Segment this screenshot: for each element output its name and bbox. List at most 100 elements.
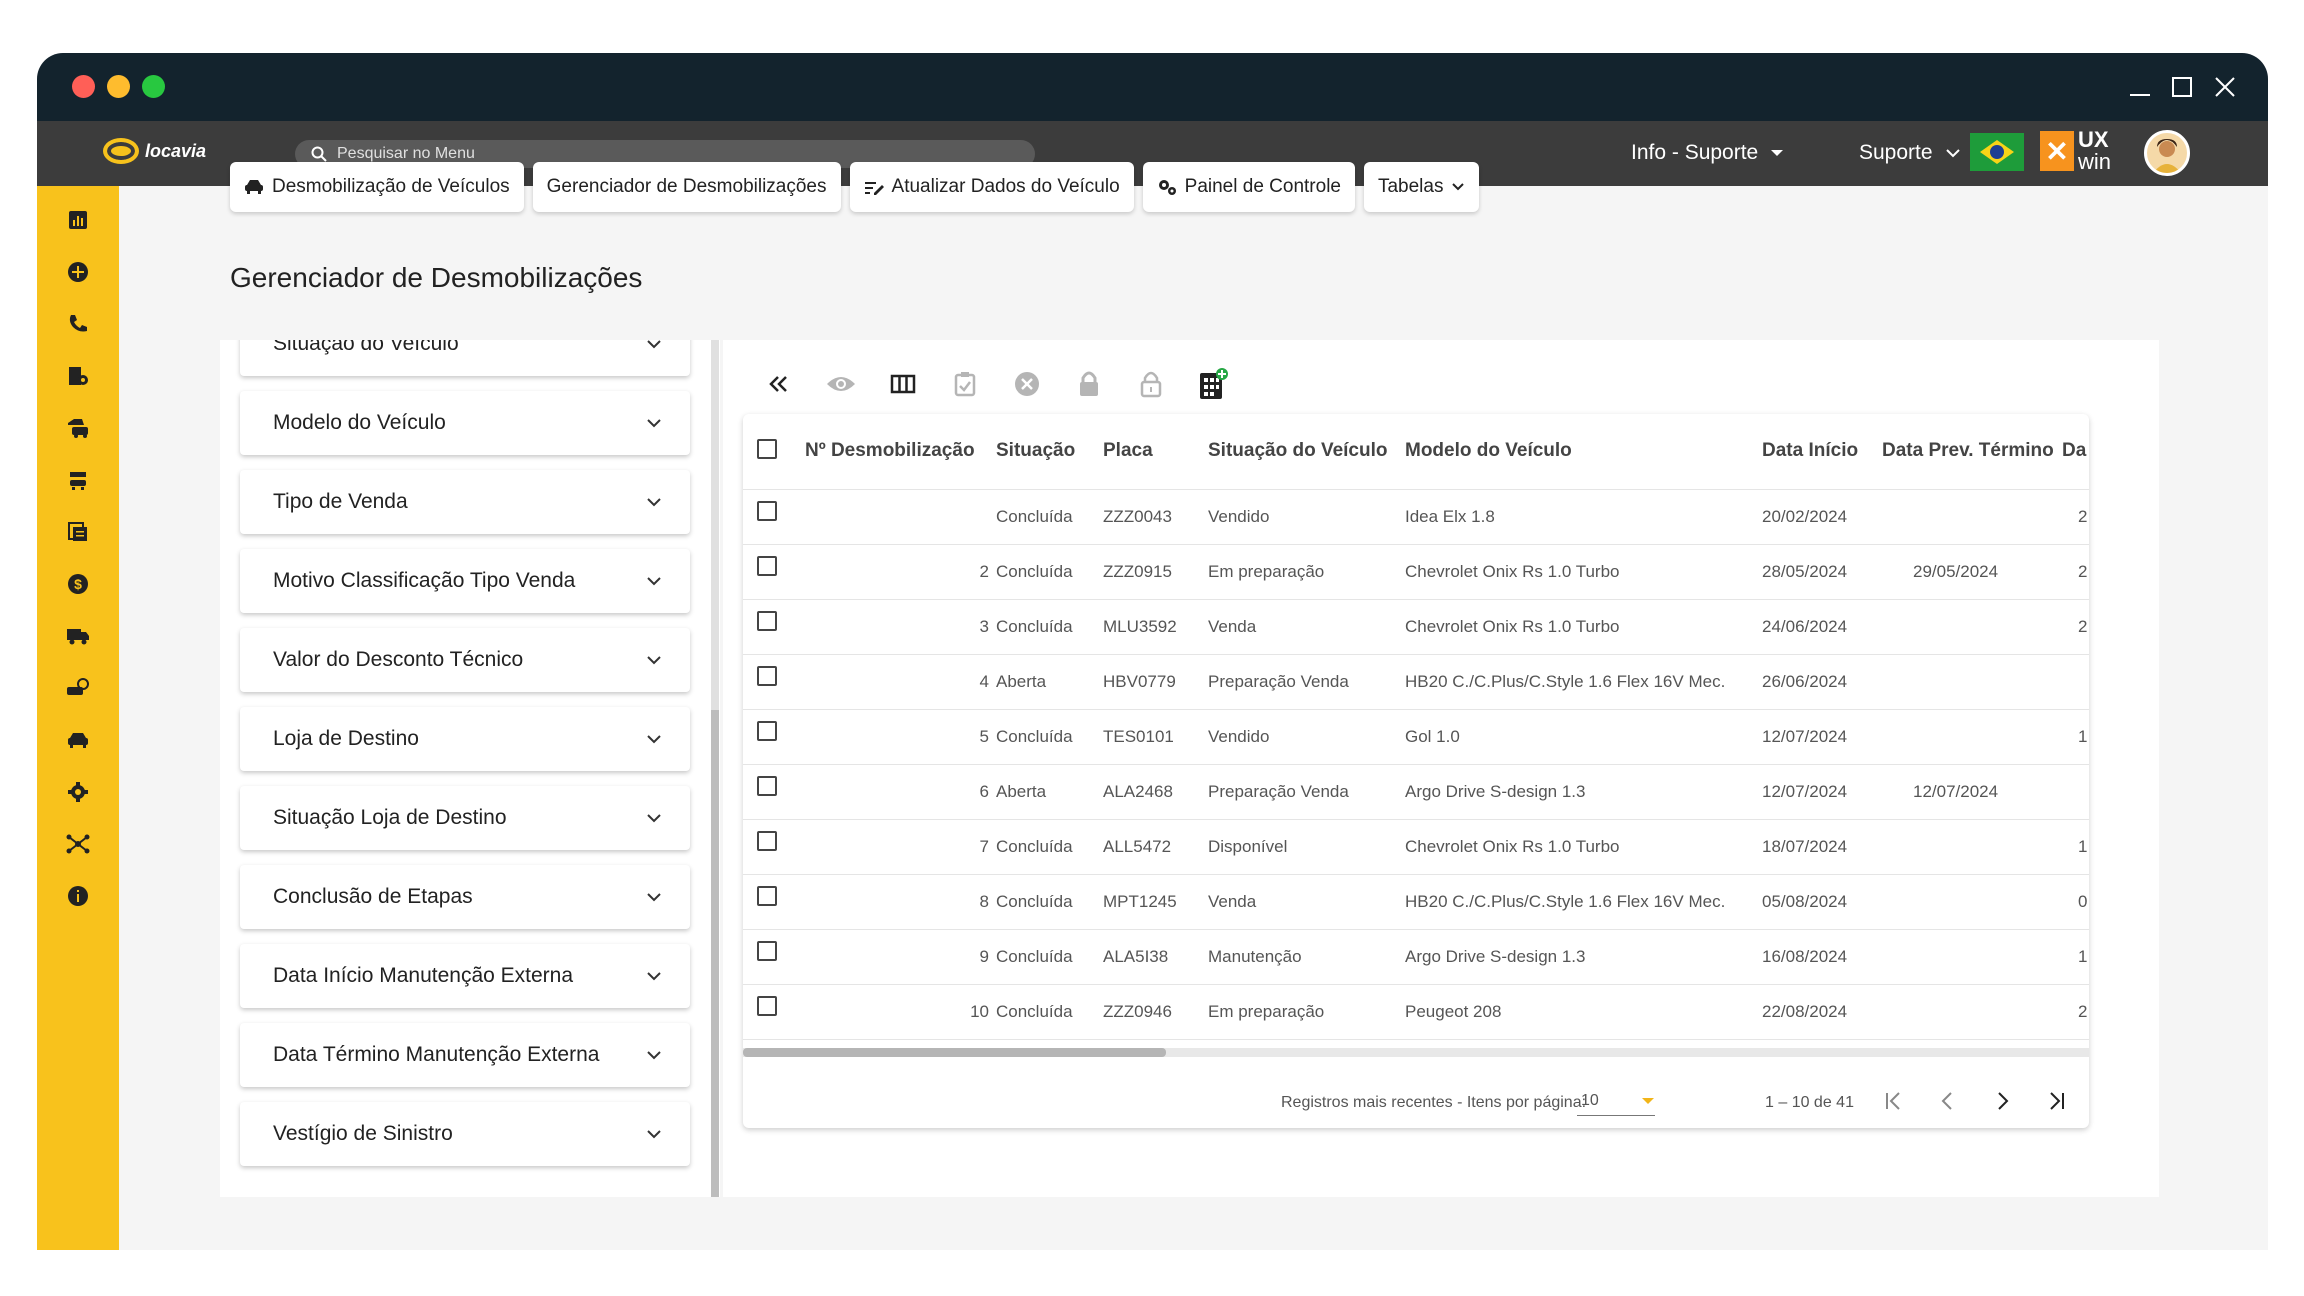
cell-situacao-veiculo: Em preparação <box>1208 562 1325 581</box>
money-icon[interactable]: $ <box>66 572 90 596</box>
page-title: Gerenciador de Desmobilizações <box>230 262 643 293</box>
cell-situacao-veiculo: Em preparação <box>1208 1002 1325 1021</box>
table-row[interactable]: 7 Concluída ALL5472 Disponível Chevrolet… <box>743 820 2089 875</box>
car-search-icon[interactable] <box>66 676 90 700</box>
row-checkbox[interactable] <box>757 611 777 631</box>
table-row[interactable]: 2 Concluída ZZZ0915 Em preparação Chevro… <box>743 545 2089 600</box>
view-icon[interactable] <box>817 360 865 408</box>
lock-icon[interactable] <box>1065 360 1113 408</box>
info-support-menu[interactable]: Info - Suporte <box>1631 141 1784 165</box>
close-dot[interactable] <box>72 75 95 98</box>
maximize-icon[interactable] <box>2162 67 2202 107</box>
minimize-dot[interactable] <box>107 75 130 98</box>
col-header-situacao-veiculo[interactable]: Situação do Veículo <box>1208 440 1388 462</box>
table-row[interactable]: 6 Aberta ALA2468 Preparação Venda Argo D… <box>743 765 2089 820</box>
cell-n: 5 <box>979 727 989 746</box>
tab-painel-controle[interactable]: Painel de Controle <box>1142 162 1355 212</box>
close-icon[interactable] <box>2205 67 2245 107</box>
col-header-da[interactable]: Da <box>2062 440 2086 462</box>
prev-page-icon[interactable] <box>1931 1084 1965 1118</box>
car-wash-icon[interactable] <box>66 468 90 492</box>
columns-icon[interactable] <box>879 360 927 408</box>
filter-conclusao-etapas[interactable]: Conclusão de Etapas <box>240 865 690 929</box>
truck-icon[interactable] <box>66 624 90 648</box>
filter-modelo-veiculo[interactable]: Modelo do Veículo <box>240 391 690 455</box>
minimize-icon[interactable] <box>2120 67 2160 107</box>
logo-mark-icon <box>103 138 139 164</box>
cell-n: 10 <box>970 1002 989 1021</box>
filter-data-inicio-manutencao[interactable]: Data Início Manutenção Externa <box>240 944 690 1008</box>
tab-atualizar-dados-veiculo[interactable]: Atualizar Dados do Veículo <box>849 162 1134 212</box>
table-row[interactable]: 10 Concluída ZZZ0946 Em preparação Peuge… <box>743 985 2089 1040</box>
col-header-n-desmobilizacao[interactable]: Nº Desmobilização <box>805 440 975 462</box>
col-header-data-inicio[interactable]: Data Início <box>1762 440 1858 462</box>
table-horizontal-scrollbar-thumb[interactable] <box>743 1048 1166 1057</box>
tab-desmobilizacao-veiculos[interactable]: Desmobilização de Veículos <box>230 162 524 212</box>
cell-data-inicio: 20/02/2024 <box>1762 507 1848 526</box>
filter-data-termino-manutencao[interactable]: Data Término Manutenção Externa <box>240 1023 690 1087</box>
table-row[interactable]: 4 Aberta HBV0779 Preparação Venda HB20 C… <box>743 655 2089 710</box>
table-row[interactable]: 9 Concluída ALA5I38 Manutenção Argo Driv… <box>743 930 2089 985</box>
filter-situacao-veiculo[interactable]: Situação do Veículo <box>240 340 690 376</box>
sidebar: $ <box>37 186 119 1250</box>
car-swap-icon[interactable] <box>66 416 90 440</box>
filter-loja-destino[interactable]: Loja de Destino <box>240 707 690 771</box>
row-checkbox[interactable] <box>757 886 777 906</box>
table-row[interactable]: 5 Concluída TES0101 Vendido Gol 1.0 12/0… <box>743 710 2089 765</box>
filter-situacao-loja-destino[interactable]: Situação Loja de Destino <box>240 786 690 850</box>
row-checkbox[interactable] <box>757 556 777 576</box>
documents-icon[interactable] <box>66 520 90 544</box>
add-circle-icon[interactable] <box>66 260 90 284</box>
row-checkbox[interactable] <box>757 666 777 686</box>
uxwin-logo[interactable]: ✕ UX win <box>2040 129 2111 173</box>
clipboard-check-icon[interactable] <box>941 360 989 408</box>
row-checkbox[interactable] <box>757 501 777 521</box>
car-icon[interactable] <box>66 728 90 752</box>
page-size-select[interactable]: 10 <box>1577 1086 1655 1116</box>
tab-tabelas[interactable]: Tabelas <box>1363 162 1480 212</box>
filter-tipo-venda[interactable]: Tipo de Venda <box>240 470 690 534</box>
dashboard-icon[interactable] <box>66 208 90 232</box>
store-settings-icon[interactable] <box>66 364 90 388</box>
cancel-icon[interactable] <box>1003 360 1051 408</box>
row-checkbox[interactable] <box>757 721 777 741</box>
network-icon[interactable] <box>66 832 90 856</box>
cell-modelo: Chevrolet Onix Rs 1.0 Turbo <box>1405 617 1620 636</box>
cell-n: 2 <box>979 562 989 581</box>
avatar[interactable] <box>2144 130 2190 176</box>
cell-modelo: Argo Drive S-design 1.3 <box>1405 947 1586 966</box>
unlock-icon[interactable] <box>1127 360 1175 408</box>
locavia-logo[interactable]: locavia <box>103 138 206 164</box>
col-header-placa[interactable]: Placa <box>1103 440 1153 462</box>
col-header-data-prev-termino[interactable]: Data Prev. Término <box>1882 440 2054 462</box>
next-page-icon[interactable] <box>1985 1084 2019 1118</box>
row-checkbox[interactable] <box>757 941 777 961</box>
phone-icon[interactable] <box>66 312 90 336</box>
support-menu[interactable]: Suporte <box>1859 141 1961 165</box>
filters-scrollbar-thumb[interactable] <box>711 710 719 1197</box>
chevron-down-icon <box>647 577 661 586</box>
table-row[interactable]: 8 Concluída MPT1245 Venda HB20 C./C.Plus… <box>743 875 2089 930</box>
last-page-icon[interactable] <box>2039 1084 2073 1118</box>
cell-da: 2 <box>2078 617 2088 636</box>
table-row[interactable]: 3 Concluída MLU3592 Venda Chevrolet Onix… <box>743 600 2089 655</box>
collapse-filters-icon[interactable] <box>755 360 803 408</box>
filter-vestigio-sinistro[interactable]: Vestígio de Sinistro <box>240 1102 690 1166</box>
row-checkbox[interactable] <box>757 831 777 851</box>
gear-icon[interactable] <box>66 780 90 804</box>
row-checkbox[interactable] <box>757 776 777 796</box>
filter-valor-desconto[interactable]: Valor do Desconto Técnico <box>240 628 690 692</box>
tab-gerenciador-desmobilizacoes[interactable]: Gerenciador de Desmobilizações <box>532 162 841 212</box>
maximize-dot[interactable] <box>142 75 165 98</box>
brazil-flag-icon[interactable] <box>1970 133 2024 171</box>
search-input[interactable] <box>337 145 987 163</box>
row-checkbox[interactable] <box>757 996 777 1016</box>
col-header-modelo-veiculo[interactable]: Modelo do Veículo <box>1405 440 1572 462</box>
select-all-checkbox[interactable] <box>757 439 777 459</box>
first-page-icon[interactable] <box>1877 1084 1911 1118</box>
table-row[interactable]: Concluída ZZZ0043 Vendido Idea Elx 1.8 2… <box>743 490 2089 545</box>
col-header-situacao[interactable]: Situação <box>996 440 1075 462</box>
excel-export-icon[interactable] <box>1189 360 1237 408</box>
filter-motivo-classificacao[interactable]: Motivo Classificação Tipo Venda <box>240 549 690 613</box>
info-icon[interactable] <box>66 884 90 908</box>
